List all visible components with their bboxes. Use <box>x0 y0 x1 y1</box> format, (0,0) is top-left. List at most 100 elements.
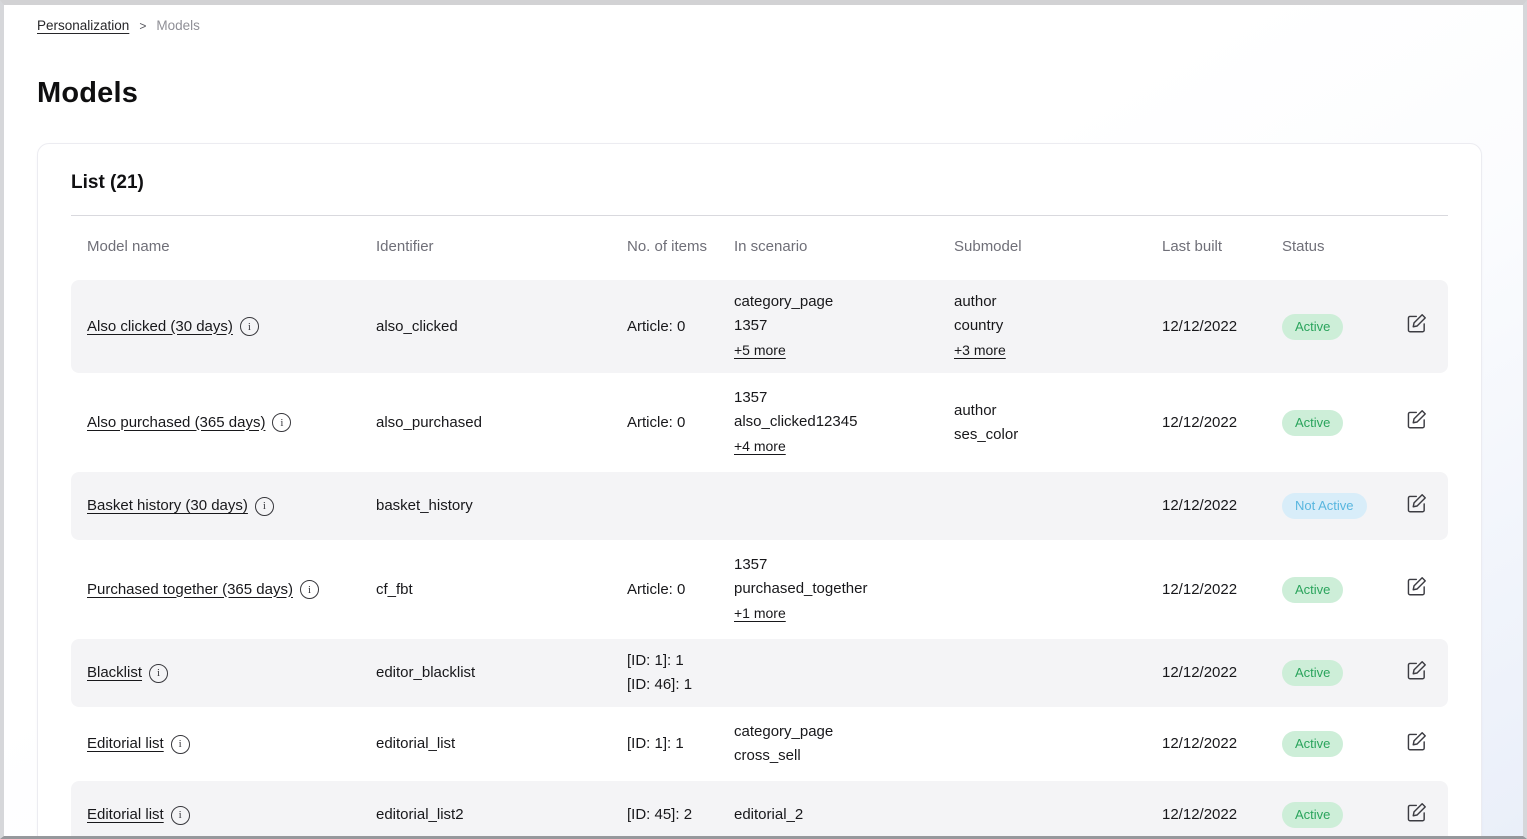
column-header-status: Status <box>1282 235 1391 259</box>
no-of-items-cell: Article: 0 <box>627 315 734 339</box>
info-icon[interactable]: i <box>171 735 190 754</box>
submodel-line: author <box>954 290 1148 314</box>
app-window: Personalization > Models Models List (21… <box>0 0 1527 839</box>
column-header-last-built: Last built <box>1162 235 1282 259</box>
info-icon[interactable]: i <box>149 664 168 683</box>
table-row: Purchased together (365 days) i cf_fbt A… <box>71 543 1448 636</box>
edit-button[interactable] <box>1403 728 1430 755</box>
no-of-items-cell: Article: 0 <box>627 578 734 602</box>
no-of-items-cell: Article: 0 <box>627 411 734 435</box>
identifier-cell: editorial_list2 <box>376 803 627 827</box>
scenario-line: 1357 <box>734 553 940 577</box>
scenario-line: category_page <box>734 290 940 314</box>
info-icon[interactable]: i <box>171 806 190 825</box>
info-icon[interactable]: i <box>300 580 319 599</box>
edit-button[interactable] <box>1403 310 1430 337</box>
last-built-cell: 12/12/2022 <box>1162 803 1282 827</box>
scenario-more-link[interactable]: +5 more <box>734 338 786 362</box>
model-name-link[interactable]: Also clicked (30 days) <box>87 315 233 339</box>
table-header-row: Model name Identifier No. of items In sc… <box>71 216 1448 280</box>
scenario-more-link[interactable]: +4 more <box>734 434 786 458</box>
model-name-cell: Also purchased (365 days) i <box>87 411 376 435</box>
items-line: [ID: 1]: 1 <box>627 649 720 673</box>
edit-pencil-square-icon <box>1405 312 1428 335</box>
table-row: Editorial list i editorial_list2 [ID: 45… <box>71 781 1448 839</box>
in-scenario-cell: category_pagecross_sell <box>734 720 954 768</box>
info-icon[interactable]: i <box>272 413 291 432</box>
model-name-link[interactable]: Also purchased (365 days) <box>87 411 265 435</box>
breadcrumb-current-models: Models <box>156 18 200 33</box>
column-header-model-name: Model name <box>87 235 376 259</box>
status-badge: Active <box>1282 660 1343 686</box>
scenario-more-link[interactable]: +1 more <box>734 601 786 625</box>
status-badge: Active <box>1282 802 1343 828</box>
column-header-no-of-items: No. of items <box>627 235 734 259</box>
edit-pencil-square-icon <box>1405 408 1428 431</box>
items-line: [ID: 46]: 1 <box>627 673 720 697</box>
no-of-items-cell: [ID: 45]: 2 <box>627 803 734 827</box>
table-row: Editorial list i editorial_list [ID: 1]:… <box>71 710 1448 778</box>
model-name-link[interactable]: Editorial list <box>87 803 164 827</box>
scenario-line: purchased_together <box>734 577 940 601</box>
identifier-cell: editorial_list <box>376 732 627 756</box>
edit-button[interactable] <box>1403 406 1430 433</box>
column-header-in-scenario: In scenario <box>734 235 954 259</box>
last-built-cell: 12/12/2022 <box>1162 315 1282 339</box>
model-name-link[interactable]: Editorial list <box>87 732 164 756</box>
status-badge: Active <box>1282 731 1343 757</box>
breadcrumb-link-personalization[interactable]: Personalization <box>37 18 129 33</box>
model-name-link[interactable]: Purchased together (365 days) <box>87 578 293 602</box>
table-row: Also purchased (365 days) i also_purchas… <box>71 376 1448 469</box>
in-scenario-cell: category_page1357+5 more <box>734 290 954 363</box>
model-name-cell: Basket history (30 days) i <box>87 494 376 518</box>
last-built-cell: 12/12/2022 <box>1162 661 1282 685</box>
submodel-more-link[interactable]: +3 more <box>954 338 1006 362</box>
table-row: Also clicked (30 days) i also_clicked Ar… <box>71 280 1448 373</box>
identifier-cell: also_purchased <box>376 411 627 435</box>
actions-cell <box>1391 657 1448 690</box>
model-name-cell: Editorial list i <box>87 732 376 756</box>
model-name-cell: Purchased together (365 days) i <box>87 578 376 602</box>
status-cell: Active <box>1282 410 1391 436</box>
status-badge: Not Active <box>1282 493 1367 519</box>
items-line: Article: 0 <box>627 411 720 435</box>
status-cell: Active <box>1282 731 1391 757</box>
model-name-link[interactable]: Basket history (30 days) <box>87 494 248 518</box>
edit-pencil-square-icon <box>1405 730 1428 753</box>
edit-pencil-square-icon <box>1405 659 1428 682</box>
edit-pencil-square-icon <box>1405 575 1428 598</box>
actions-cell <box>1391 573 1448 606</box>
list-heading: List (21) <box>71 172 1448 194</box>
submodel-cell: authorcountry+3 more <box>954 290 1162 363</box>
no-of-items-cell: [ID: 1]: 1[ID: 46]: 1 <box>627 649 734 697</box>
items-line: [ID: 1]: 1 <box>627 732 720 756</box>
model-name-link[interactable]: Blacklist <box>87 661 142 685</box>
edit-button[interactable] <box>1403 799 1430 826</box>
last-built-cell: 12/12/2022 <box>1162 732 1282 756</box>
edit-button[interactable] <box>1403 490 1430 517</box>
items-line: Article: 0 <box>627 578 720 602</box>
info-icon[interactable]: i <box>240 317 259 336</box>
submodel-line: ses_color <box>954 423 1148 447</box>
scenario-line: cross_sell <box>734 744 940 768</box>
status-cell: Not Active <box>1282 493 1391 519</box>
in-scenario-cell: editorial_2 <box>734 803 954 827</box>
edit-pencil-square-icon <box>1405 492 1428 515</box>
last-built-cell: 12/12/2022 <box>1162 494 1282 518</box>
actions-cell <box>1391 799 1448 832</box>
model-name-cell: Blacklist i <box>87 661 376 685</box>
items-line: Article: 0 <box>627 315 720 339</box>
column-header-submodel: Submodel <box>954 235 1162 259</box>
scenario-line: 1357 <box>734 386 940 410</box>
breadcrumb-separator-icon: > <box>139 19 146 33</box>
model-name-cell: Editorial list i <box>87 803 376 827</box>
table-body: Also clicked (30 days) i also_clicked Ar… <box>71 280 1448 839</box>
edit-button[interactable] <box>1403 657 1430 684</box>
status-cell: Active <box>1282 802 1391 828</box>
no-of-items-cell: [ID: 1]: 1 <box>627 732 734 756</box>
status-cell: Active <box>1282 577 1391 603</box>
table-row: Blacklist i editor_blacklist [ID: 1]: 1[… <box>71 639 1448 707</box>
edit-button[interactable] <box>1403 573 1430 600</box>
info-icon[interactable]: i <box>255 497 274 516</box>
status-badge: Active <box>1282 577 1343 603</box>
